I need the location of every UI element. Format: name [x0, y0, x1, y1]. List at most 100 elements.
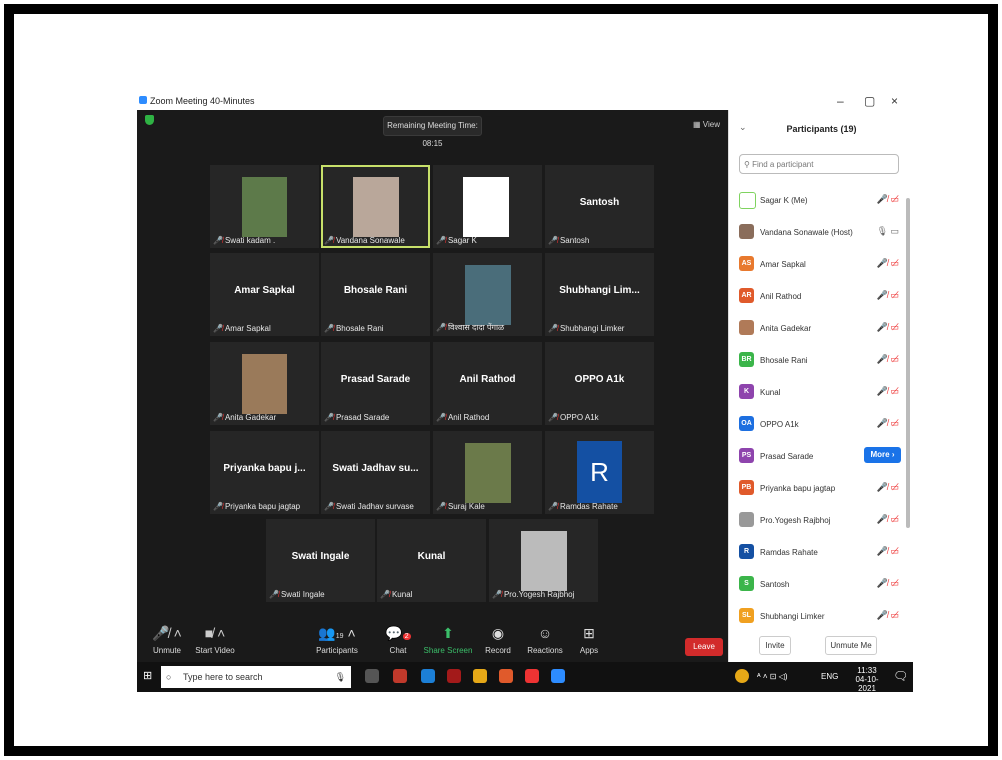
video-tile[interactable]: Kunal 🎤̸ Kunal: [377, 519, 486, 602]
avatar: SL: [739, 608, 754, 623]
video-tile[interactable]: 🎤̸ Vandana Sonawale: [321, 165, 430, 248]
notification-icon[interactable]: 🗨: [893, 669, 908, 683]
clock[interactable]: 11:33 04-10-2021: [849, 666, 885, 693]
participant-row[interactable]: PS Prasad Sarade More ›: [729, 440, 905, 472]
zoom-logo-icon: [139, 96, 147, 104]
app-icon[interactable]: [393, 669, 407, 683]
video-tile[interactable]: Swati Jadhav su... 🎤̸ Swati Jadhav survase: [321, 431, 430, 514]
avatar: R: [739, 544, 754, 559]
video-tile[interactable]: 🎤̸ Swati kadam .: [210, 165, 319, 248]
participant-name: Swati Jadhav survase: [335, 502, 414, 511]
participant-name: Swati kadam .: [224, 236, 276, 245]
participants-scrollbar[interactable]: [906, 198, 910, 528]
participant-row[interactable]: Vandana Sonawale (Host) 🎙 ▭: [729, 216, 905, 248]
muted-microphone-icon: 🎤̸: [380, 590, 390, 599]
participant-video: [353, 177, 399, 237]
participant-name: Anita Gadekar: [760, 324, 812, 333]
chrome-icon[interactable]: [499, 669, 513, 683]
leave-button[interactable]: Leave: [685, 638, 723, 656]
view-label: View: [702, 120, 720, 129]
video-tile[interactable]: 🎤̸ विश्वास दादा पेंगाळ: [433, 253, 542, 336]
participants-title: Participants (19): [786, 124, 857, 134]
maximize-button[interactable]: ▢: [864, 94, 875, 108]
video-tile[interactable]: Anil Rathod 🎤̸ Anil Rathod: [433, 342, 542, 425]
avatar: PB: [739, 480, 754, 495]
video-tile[interactable]: 🎤̸ Anita Gadekar: [210, 342, 319, 425]
participants-icon: 👥19 ˄: [318, 625, 356, 641]
video-tile[interactable]: Priyanka bapu j... 🎤̸ Priyanka bapu jagtap: [210, 431, 319, 514]
participant-row[interactable]: BR Bhosale Rani 🎤̸ ▭̸: [729, 344, 905, 376]
app-icon[interactable]: [525, 669, 539, 683]
app-icon[interactable]: [447, 669, 461, 683]
chat-label: Chat: [389, 646, 407, 655]
participant-row[interactable]: Anita Gadekar 🎤̸ ▭̸: [729, 312, 905, 344]
participant-row[interactable]: R Ramdas Rahate 🎤̸ ▭̸: [729, 536, 905, 568]
apps-button[interactable]: ⊞ Apps: [559, 624, 619, 655]
participant-caption: 🎤̸ OPPO A1k: [548, 413, 599, 422]
video-tile[interactable]: Swati Ingale 🎤̸ Swati Ingale: [266, 519, 375, 602]
security-shield-icon[interactable]: [145, 115, 154, 125]
zoom-taskbar-icon[interactable]: [551, 669, 565, 683]
participant-name: Santosh: [760, 580, 790, 589]
video-tile[interactable]: Santosh 🎤̸ Santosh: [545, 165, 654, 248]
video-tile[interactable]: Prasad Sarade 🎤̸ Prasad Sarade: [321, 342, 430, 425]
participant-row[interactable]: K Kunal 🎤̸ ▭̸: [729, 376, 905, 408]
video-tile[interactable]: R 🎤̸ Ramdas Rahate: [545, 431, 654, 514]
invite-button[interactable]: Invite: [759, 636, 791, 655]
participant-name: Amar Sapkal: [224, 324, 271, 333]
avatar: R: [577, 441, 622, 503]
edge-icon[interactable]: [421, 669, 435, 683]
file-explorer-icon[interactable]: [473, 669, 487, 683]
avatar: AS: [739, 256, 754, 271]
participant-row[interactable]: OA OPPO A1k 🎤̸ ▭̸: [729, 408, 905, 440]
windows-start-icon[interactable]: ⊞: [143, 670, 155, 682]
participant-name: Ramdas Rahate: [760, 548, 818, 557]
participant-name: OPPO A1k: [760, 420, 799, 429]
minimize-button[interactable]: –: [837, 94, 844, 108]
participant-name: Pro.Yogesh Rajbhoj: [760, 516, 831, 525]
muted-microphone-icon: 🎤̸: [548, 413, 558, 422]
video-off-icon: ■̸ ˄: [204, 625, 226, 641]
window-title: Zoom Meeting 40-Minutes: [150, 96, 255, 106]
video-tile[interactable]: Bhosale Rani 🎤̸ Bhosale Rani: [321, 253, 430, 336]
participant-display-name: Shubhangi Lim...: [559, 285, 640, 296]
participant-row[interactable]: AR Anil Rathod 🎤̸ ▭̸: [729, 280, 905, 312]
participant-row[interactable]: AS Amar Sapkal 🎤̸ ▭̸: [729, 248, 905, 280]
participant-caption: 🎤̸ Kunal: [380, 590, 412, 599]
participant-display-name: Amar Sapkal: [234, 285, 295, 296]
participant-row[interactable]: Sagar K (Me) 🎤̸ ▭̸: [729, 184, 905, 216]
task-view-icon[interactable]: [365, 669, 379, 683]
title-bar: Zoom Meeting 40-Minutes – ▢ ×: [137, 92, 913, 110]
more-button[interactable]: More ›: [864, 447, 901, 463]
taskbar-search-placeholder: Type here to search: [183, 672, 263, 682]
participants-label: Participants: [316, 646, 358, 655]
video-tile[interactable]: 🎤̸ Sagar K: [433, 165, 542, 248]
participant-name: Amar Sapkal: [760, 260, 806, 269]
taskbar-search-input[interactable]: ○ Type here to search 🎙: [161, 666, 351, 688]
tray-app-icon[interactable]: [735, 669, 749, 683]
participant-caption: 🎤̸ Bhosale Rani: [324, 324, 384, 333]
participant-caption: 🎤̸ Prasad Sarade: [324, 413, 389, 422]
participant-row[interactable]: SL Shubhangi Limker 🎤̸ ▭̸: [729, 600, 905, 632]
video-tile[interactable]: Amar Sapkal 🎤̸ Amar Sapkal: [210, 253, 319, 336]
participant-search-input[interactable]: ⚲ Find a participant: [739, 154, 899, 174]
participants-button[interactable]: 👥19 ˄ Participants: [307, 624, 367, 655]
start-video-button[interactable]: ■̸ ˄ Start Video: [185, 624, 245, 655]
participant-name: Prasad Sarade: [760, 452, 814, 461]
participant-caption: 🎤̸ Pro.Yogesh Rajbhoj: [492, 590, 574, 599]
participant-display-name: Priyanka bapu j...: [223, 463, 306, 474]
video-tile[interactable]: Shubhangi Lim... 🎤̸ Shubhangi Limker: [545, 253, 654, 336]
video-tile[interactable]: 🎤̸ Pro.Yogesh Rajbhoj: [489, 519, 598, 602]
participant-row[interactable]: Pro.Yogesh Rajbhoj 🎤̸ ▭̸: [729, 504, 905, 536]
unmute-me-button[interactable]: Unmute Me: [825, 636, 877, 655]
video-tile[interactable]: 🎤̸ Suraj Kale: [433, 431, 542, 514]
participant-row[interactable]: S Santosh 🎤̸ ▭̸: [729, 568, 905, 600]
participant-row[interactable]: PB Priyanka bapu jagtap 🎤̸ ▭̸: [729, 472, 905, 504]
view-button[interactable]: ▦ View: [693, 120, 720, 129]
language-indicator[interactable]: ENG: [821, 672, 838, 681]
participant-display-name: Santosh: [579, 197, 620, 208]
close-button[interactable]: ×: [891, 94, 898, 108]
avatar: [739, 512, 754, 527]
participant-caption: 🎤̸ Sagar K: [436, 236, 477, 245]
video-tile[interactable]: OPPO A1k 🎤̸ OPPO A1k: [545, 342, 654, 425]
